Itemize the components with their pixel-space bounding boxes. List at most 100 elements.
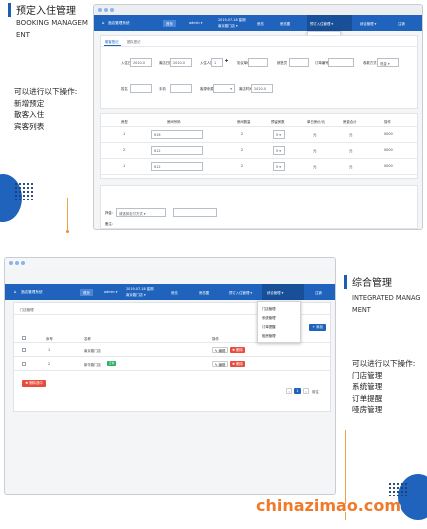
home-badge[interactable]: 首页 (163, 20, 176, 27)
logout-link[interactable]: 注销 (315, 290, 322, 295)
agent-label: 销售员 (277, 61, 288, 65)
user-menu[interactable]: admin ▾ (104, 290, 117, 294)
cell-type: 2 (123, 148, 126, 152)
phone-label: 手机 (159, 87, 166, 91)
desc-line: 新增预定 (14, 98, 45, 108)
deposit-amount-input[interactable] (173, 208, 217, 217)
col-header: 房型 (121, 120, 128, 124)
tab-group[interactable]: 团队登记 (127, 39, 141, 44)
payment-method-select[interactable]: 请选择支付方式 ▾ (116, 208, 166, 217)
reserve-select[interactable]: 0 ▾ (273, 130, 285, 139)
menu-item-dummy-room[interactable]: 哑房管理 (262, 333, 276, 338)
desc-line: 可以进行以下操作: (14, 87, 78, 96)
subtitle-line: MENT (352, 306, 371, 314)
cell-op[interactable]: 0000 (384, 164, 393, 168)
watermark-text: chinazimao.com (256, 496, 402, 515)
store-select[interactable]: 南京路门店 ▾ (126, 292, 146, 297)
decorative-circle (398, 474, 427, 520)
desc-line: 订单提醒 (352, 393, 383, 403)
breadcrumb: 门店管理 (20, 308, 34, 312)
store-select[interactable]: 南京路门店 ▾ (218, 23, 238, 28)
nav-general[interactable]: 综合管理 ▾ (267, 290, 283, 295)
status-badge: 正常 (107, 361, 116, 366)
add-button[interactable]: + 添加 (309, 324, 326, 331)
reserve-select[interactable]: 0 ▾ (273, 146, 285, 155)
checkout-date-input[interactable]: 2020-0 (170, 58, 192, 67)
row-divider (101, 174, 417, 175)
section-title: 综合管理 (352, 278, 392, 289)
cell-count: 2 (241, 148, 244, 152)
home-badge[interactable]: 首页 (80, 289, 93, 296)
agent-input[interactable] (289, 58, 309, 67)
row-checkbox[interactable] (22, 362, 26, 366)
cell-type: 1 (123, 132, 126, 136)
orderno-input[interactable] (328, 58, 354, 67)
cell-total: 元 (349, 165, 353, 169)
edit-button[interactable]: ✎ 编辑 (212, 347, 228, 353)
batch-delete-button[interactable]: ✖ 删除选中 (22, 380, 46, 387)
cell-op[interactable]: 0000 (384, 132, 393, 136)
nav-room-state[interactable]: 房态 (171, 290, 178, 295)
row-checkbox[interactable] (22, 348, 26, 352)
select-all-checkbox[interactable] (22, 336, 26, 340)
plus-icon[interactable]: ✚ (225, 58, 228, 63)
name-input[interactable] (130, 84, 152, 93)
datetime: 2019-07-18 星期 (218, 18, 246, 22)
row-divider (101, 142, 417, 143)
cell-op[interactable]: 0000 (384, 148, 393, 152)
col-header: 操作 (212, 337, 219, 341)
delete-button[interactable]: ✖ 删除 (230, 347, 245, 353)
phone-input[interactable] (170, 84, 192, 93)
row-divider (101, 158, 417, 159)
reserve-select[interactable]: 0 ▾ (273, 162, 285, 171)
row-divider (14, 356, 330, 357)
logout-link[interactable]: 注销 (398, 21, 405, 26)
delete-button[interactable]: ✖ 删除 (230, 361, 245, 367)
nav-checkin[interactable]: 预订入住管理 ▾ (229, 290, 252, 295)
col-header: 名称 (84, 337, 91, 341)
tab-individual[interactable]: 散客登记 (105, 39, 119, 44)
room-input[interactable]: ¥12 (151, 146, 203, 155)
menu-item-store[interactable]: 门店管理 (262, 306, 276, 311)
col-header: 预留房数 (271, 120, 285, 124)
goto-page[interactable]: 前往 (312, 389, 319, 394)
desc-line: 系统管理 (352, 382, 383, 391)
hotel-logo-icon: ⌂ (14, 289, 17, 294)
page-1-button[interactable]: 1 (294, 388, 301, 394)
nav-checkin[interactable]: 预订入住管理 ▾ (310, 21, 333, 26)
room-input[interactable]: ¥16 (151, 130, 203, 139)
nav-room-chart[interactable]: 房态图 (199, 290, 209, 295)
connector-line (67, 198, 68, 230)
subtitle-line: INTEGRATED MANAG (352, 294, 421, 302)
nav-general[interactable]: 综合管理 ▾ (360, 21, 376, 26)
people-input[interactable]: 1 (211, 58, 223, 67)
row-divider (14, 370, 330, 371)
pay-select[interactable]: 现金 ▾ (377, 58, 399, 67)
datetime: 2019-07-18 星期 (126, 287, 154, 291)
cell-name: 南京路门店 (84, 349, 101, 353)
col-header: 房费合计 (343, 120, 357, 124)
section-accent-bar (8, 3, 11, 17)
menu-item-system[interactable]: 系统管理 (262, 315, 276, 320)
prev-page-button[interactable]: ‹ (286, 388, 292, 394)
nav-room-state[interactable]: 房态 (257, 21, 264, 26)
next-page-button[interactable]: › (303, 388, 309, 394)
edit-button[interactable]: ✎ 编辑 (212, 361, 228, 367)
room-table: 房型 房间号码 房间数量 预留房数 单日房价/元 房费合计 操作 1 ¥16 2… (100, 113, 418, 179)
dot-pattern (388, 482, 408, 496)
app-title: 酒店管理系统 (21, 290, 43, 294)
room-input[interactable]: ¥12 (151, 162, 203, 171)
nav-room-chart[interactable]: 房态图 (280, 21, 290, 26)
cell-total: 元 (349, 133, 353, 137)
checkin-date-input[interactable]: 2020-0 (130, 58, 152, 67)
deposit-label: 押金: (105, 211, 113, 215)
company-input[interactable] (248, 58, 268, 67)
orderno-label: 订单编号 (315, 61, 329, 65)
col-header: 房间数量 (237, 120, 251, 124)
leave-date-input[interactable]: 2020-0 (251, 84, 273, 93)
window-dot (9, 261, 13, 265)
menu-item-order-reminder[interactable]: 订单提醒 (262, 324, 276, 329)
user-menu[interactable]: admin ▾ (189, 21, 202, 25)
source-select[interactable]: ▾ (213, 84, 235, 93)
app-title: 酒店管理系统 (108, 21, 130, 25)
